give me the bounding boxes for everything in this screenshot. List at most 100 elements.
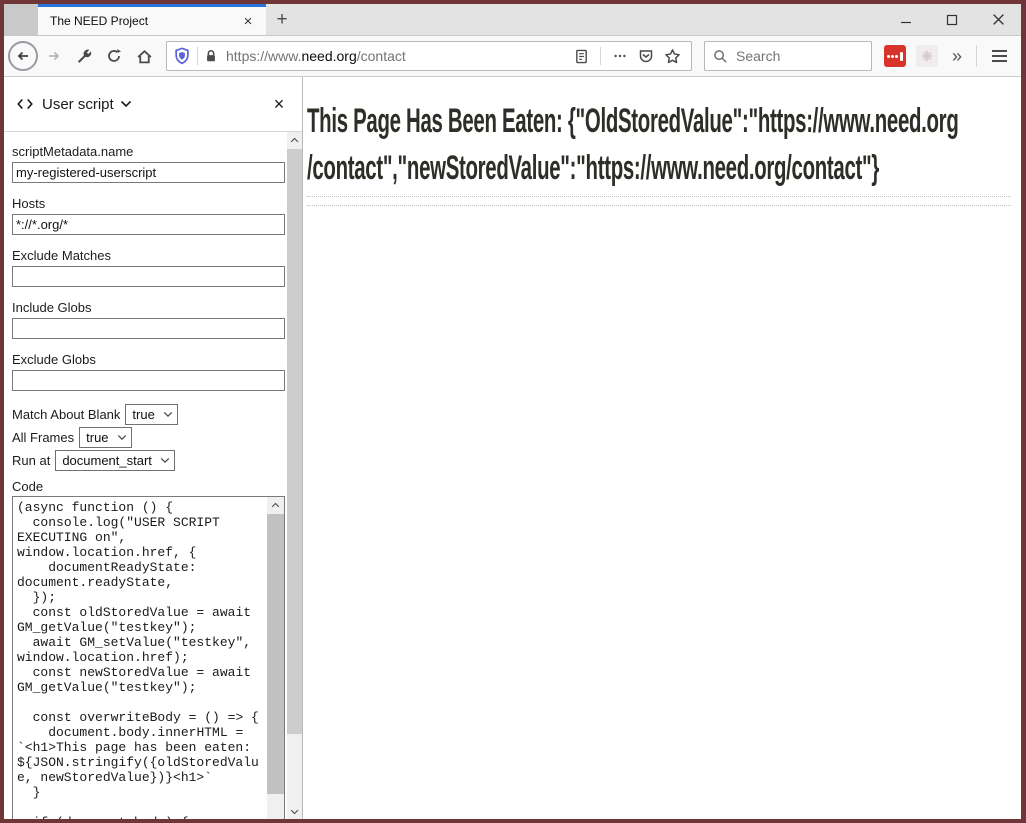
- match-about-blank-value: true: [132, 407, 154, 422]
- lock-icon[interactable]: [204, 49, 218, 63]
- exclude-globs-field: Exclude Globs: [12, 352, 302, 391]
- sidebar-switcher-chevron-icon[interactable]: [120, 100, 132, 108]
- search-icon: [713, 49, 728, 64]
- close-window-icon: [992, 13, 1005, 26]
- scroll-up-arrow-icon[interactable]: [267, 497, 284, 512]
- url-text[interactable]: https://www.need.org/contact: [226, 48, 568, 64]
- heading-line-1: This Page Has Been Eaten: {"OldStoredVal…: [307, 98, 732, 145]
- search-bar[interactable]: Search: [704, 41, 872, 71]
- chevron-down-icon: [117, 434, 127, 441]
- back-icon: [15, 48, 31, 64]
- maximize-button[interactable]: [929, 4, 975, 35]
- main-area: User script × scriptMetadata.name Hosts …: [4, 77, 1021, 819]
- disabled-extension-flower-icon: [920, 49, 934, 63]
- red-ext-dot: [895, 55, 898, 58]
- extension-disabled-button[interactable]: [916, 45, 938, 67]
- red-ext-bar: [900, 52, 903, 61]
- include-globs-field: Include Globs: [12, 300, 302, 339]
- code-editor-wrap: (async function () { console.log("USER S…: [12, 496, 285, 819]
- sidebar-header: User script ×: [4, 77, 302, 132]
- match-about-blank-row: Match About Blank true: [12, 404, 302, 425]
- all-frames-value: true: [86, 430, 108, 445]
- chevron-down-icon: [160, 457, 170, 464]
- code-textarea[interactable]: (async function () { console.log("USER S…: [12, 496, 285, 819]
- bookmark-star-icon: [664, 48, 681, 65]
- wrench-icon: [76, 48, 93, 65]
- tab-close-icon[interactable]: ×: [238, 11, 258, 31]
- run-at-select[interactable]: document_start: [55, 450, 175, 471]
- exclude-globs-label: Exclude Globs: [12, 352, 302, 367]
- bookmark-star-button[interactable]: [659, 43, 685, 69]
- tracking-protection-shield-icon[interactable]: [173, 47, 191, 65]
- reload-icon: [106, 48, 122, 64]
- hamburger-icon: [992, 55, 1007, 57]
- exclude-globs-input[interactable]: [12, 370, 285, 391]
- code-label: Code: [12, 479, 302, 494]
- tab-title: The NEED Project: [50, 14, 238, 28]
- code-scrollbar-thumb[interactable]: [267, 514, 284, 794]
- forward-icon: [46, 48, 62, 64]
- sidebar-scrollbar[interactable]: [287, 132, 302, 819]
- window-controls: [883, 4, 1021, 35]
- sidebar-title: User script: [42, 96, 114, 113]
- maximize-icon: [946, 14, 958, 26]
- home-icon: [136, 48, 153, 65]
- all-frames-select[interactable]: true: [79, 427, 131, 448]
- browser-window: The NEED Project × +: [0, 0, 1026, 823]
- page-content: This Page Has Been Eaten: {"OldStoredVal…: [303, 77, 1021, 819]
- pocket-button[interactable]: [633, 43, 659, 69]
- all-frames-label: All Frames: [12, 430, 74, 445]
- code-scrollbar[interactable]: [267, 497, 284, 819]
- script-name-input[interactable]: [12, 162, 285, 183]
- hosts-input[interactable]: [12, 214, 285, 235]
- hamburger-icon: [992, 60, 1007, 62]
- navigation-toolbar: https://www.need.org/contact Search: [4, 36, 1021, 77]
- app-menu-button[interactable]: [985, 50, 1013, 62]
- minimize-icon: [900, 14, 912, 26]
- include-globs-label: Include Globs: [12, 300, 302, 315]
- back-button[interactable]: [8, 41, 38, 71]
- new-tab-button[interactable]: +: [266, 4, 298, 35]
- scroll-down-arrow-icon[interactable]: [287, 804, 302, 819]
- exclude-matches-input[interactable]: [12, 266, 285, 287]
- tab-the-need-project[interactable]: The NEED Project ×: [38, 4, 266, 35]
- extension-red-button[interactable]: [884, 45, 906, 67]
- hosts-label: Hosts: [12, 196, 302, 211]
- reload-button[interactable]: [100, 42, 128, 70]
- all-frames-row: All Frames true: [12, 427, 302, 448]
- run-at-label: Run at: [12, 453, 50, 468]
- hosts-field: Hosts: [12, 196, 302, 235]
- reader-mode-button[interactable]: [568, 43, 594, 69]
- match-about-blank-label: Match About Blank: [12, 407, 120, 422]
- meatball-menu-icon: [613, 49, 627, 63]
- minimize-button[interactable]: [883, 4, 929, 35]
- scroll-up-arrow-icon[interactable]: [287, 132, 302, 147]
- heading-dotted-rule: [307, 196, 1011, 197]
- overflow-menu-button[interactable]: »: [944, 46, 970, 67]
- url-bar[interactable]: https://www.need.org/contact: [166, 41, 692, 71]
- close-window-button[interactable]: [975, 4, 1021, 35]
- exclude-matches-field: Exclude Matches: [12, 248, 302, 287]
- wrench-button[interactable]: [70, 42, 98, 70]
- red-ext-dot: [887, 55, 890, 58]
- url-domain: need.org: [301, 48, 356, 64]
- run-at-row: Run at document_start: [12, 450, 302, 471]
- include-globs-input[interactable]: [12, 318, 285, 339]
- titlebar-spacer: [4, 4, 38, 35]
- match-about-blank-select[interactable]: true: [125, 404, 177, 425]
- sidebar-body: scriptMetadata.name Hosts Exclude Matche…: [4, 132, 302, 819]
- url-scheme: https://www.: [226, 48, 301, 64]
- heading-dotted-rule-2: [307, 205, 1011, 206]
- toolbar-separator: [976, 45, 977, 67]
- sidebar-scrollbar-thumb[interactable]: [287, 149, 302, 734]
- heading-line-2: /contact","newStoredValue":"https://www.…: [307, 145, 732, 192]
- forward-button[interactable]: [40, 42, 68, 70]
- pocket-icon: [638, 48, 654, 64]
- home-button[interactable]: [130, 42, 158, 70]
- script-name-field: scriptMetadata.name: [12, 144, 302, 183]
- page-actions-button[interactable]: [607, 43, 633, 69]
- sidebar-close-button[interactable]: ×: [268, 94, 290, 115]
- eaten-page-heading: This Page Has Been Eaten: {"OldStoredVal…: [307, 98, 1015, 192]
- code-icon: [16, 97, 34, 111]
- script-name-label: scriptMetadata.name: [12, 144, 302, 159]
